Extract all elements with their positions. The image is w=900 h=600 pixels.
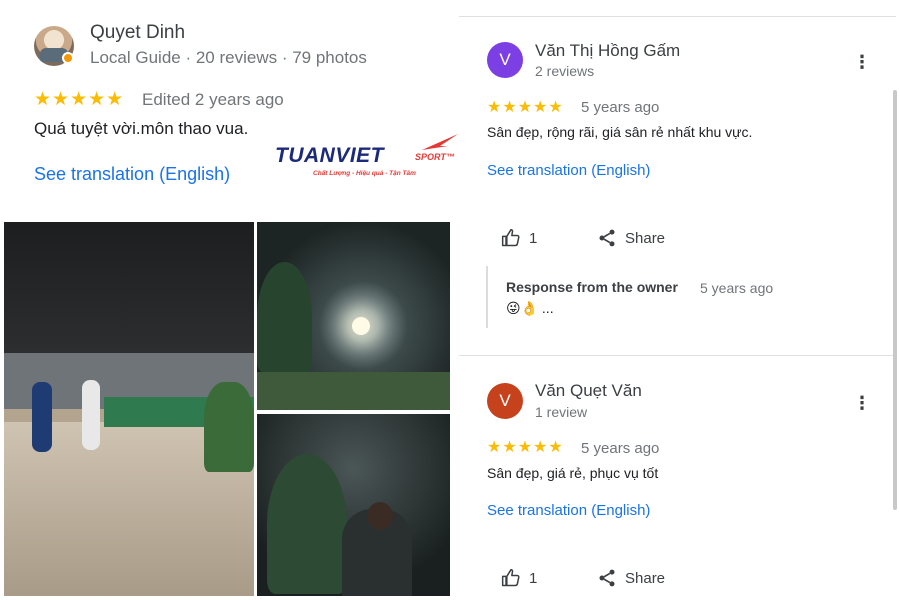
tuanviet-sport-logo: TUANVIET SPORT™ Chất Lượng - Hiệu quả - … (275, 132, 465, 182)
divider (459, 16, 896, 17)
thumbs-up-icon (501, 228, 520, 247)
star-rating: ★★★★★ (487, 99, 564, 116)
share-label: Share (625, 229, 666, 247)
see-translation-link[interactable]: See translation (English) (487, 502, 650, 519)
reviewer-name[interactable]: Văn Quẹt Văn (535, 381, 642, 401)
review-time: 5 years ago (581, 99, 660, 116)
photo-turf (257, 372, 450, 410)
like-count: 1 (529, 229, 538, 247)
share-label: Share (625, 569, 666, 587)
reviewer-meta: 1 review (535, 404, 588, 420)
photo-roof (4, 222, 254, 347)
review-time: Edited 2 years ago (142, 90, 284, 109)
photo-player-head (367, 502, 393, 530)
share-button[interactable]: Share (597, 568, 665, 588)
photo-person (32, 382, 52, 452)
like-count: 1 (529, 569, 538, 587)
review-time: 5 years ago (581, 440, 660, 457)
avatar[interactable]: V (487, 42, 523, 78)
reviewer-name[interactable]: Văn Thị Hồng Gấm (535, 41, 680, 61)
avatar[interactable]: V (487, 383, 523, 419)
owner-response-text: 😜👌 ... (506, 300, 554, 316)
like-button[interactable]: 1 (501, 228, 537, 248)
reviewer-name[interactable]: Quyet Dinh (90, 22, 185, 44)
page: Quyet Dinh Local Guide · 20 reviews · 79… (0, 0, 900, 600)
photo-floodlight (352, 317, 370, 335)
thumbs-up-icon (501, 568, 520, 587)
reviewer-meta: Local Guide · 20 reviews · 79 photos (90, 48, 367, 67)
reviewer-meta: 2 reviews (535, 63, 595, 79)
share-icon (599, 569, 615, 587)
owner-response-time: 5 years ago (700, 280, 774, 296)
local-guide-badge-icon (62, 52, 74, 64)
review-list: V Văn Thị Hồng Gấm 2 reviews ⋮ ★★★★★ 5 y… (459, 0, 896, 600)
share-button[interactable]: Share (597, 228, 665, 248)
logo-sport: SPORT™ (415, 152, 455, 162)
photo-palm (257, 262, 312, 372)
logo-wordmark: TUANVIET (275, 144, 384, 167)
share-icon (599, 229, 615, 247)
star-rating: ★★★★★ (487, 439, 564, 456)
logo-tagline: Chất Lượng - Hiệu quả - Tận Tâm (313, 170, 416, 177)
owner-response-title: Response from the owner (506, 279, 678, 295)
see-translation-link[interactable]: See translation (English) (34, 164, 230, 185)
scrollbar[interactable] (893, 90, 897, 510)
star-rating: ★★★★★ (34, 89, 125, 110)
review-card-left: Quyet Dinh Local Guide · 20 reviews · 79… (0, 0, 458, 600)
logo-swoosh-icon (422, 134, 458, 150)
review-text: Quá tuyệt vời.môn thao vua. (34, 119, 249, 138)
review-photo-2[interactable] (257, 222, 450, 410)
photo-palm (267, 454, 347, 594)
review-photo-3[interactable] (257, 414, 450, 596)
review-photo-1[interactable] (4, 222, 254, 596)
like-button[interactable]: 1 (501, 568, 537, 588)
more-options-icon[interactable]: ⋮ (853, 393, 871, 414)
review-text: Sân đẹp, giá rẻ, phục vụ tốt (487, 465, 659, 481)
photo-plant (204, 382, 254, 472)
divider (459, 355, 896, 356)
see-translation-link[interactable]: See translation (English) (487, 162, 650, 179)
more-options-icon[interactable]: ⋮ (853, 52, 871, 73)
owner-response-bar (486, 266, 488, 328)
photo-person (82, 380, 100, 450)
review-text: Sân đẹp, rộng rãi, giá sân rẻ nhất khu v… (487, 124, 753, 140)
